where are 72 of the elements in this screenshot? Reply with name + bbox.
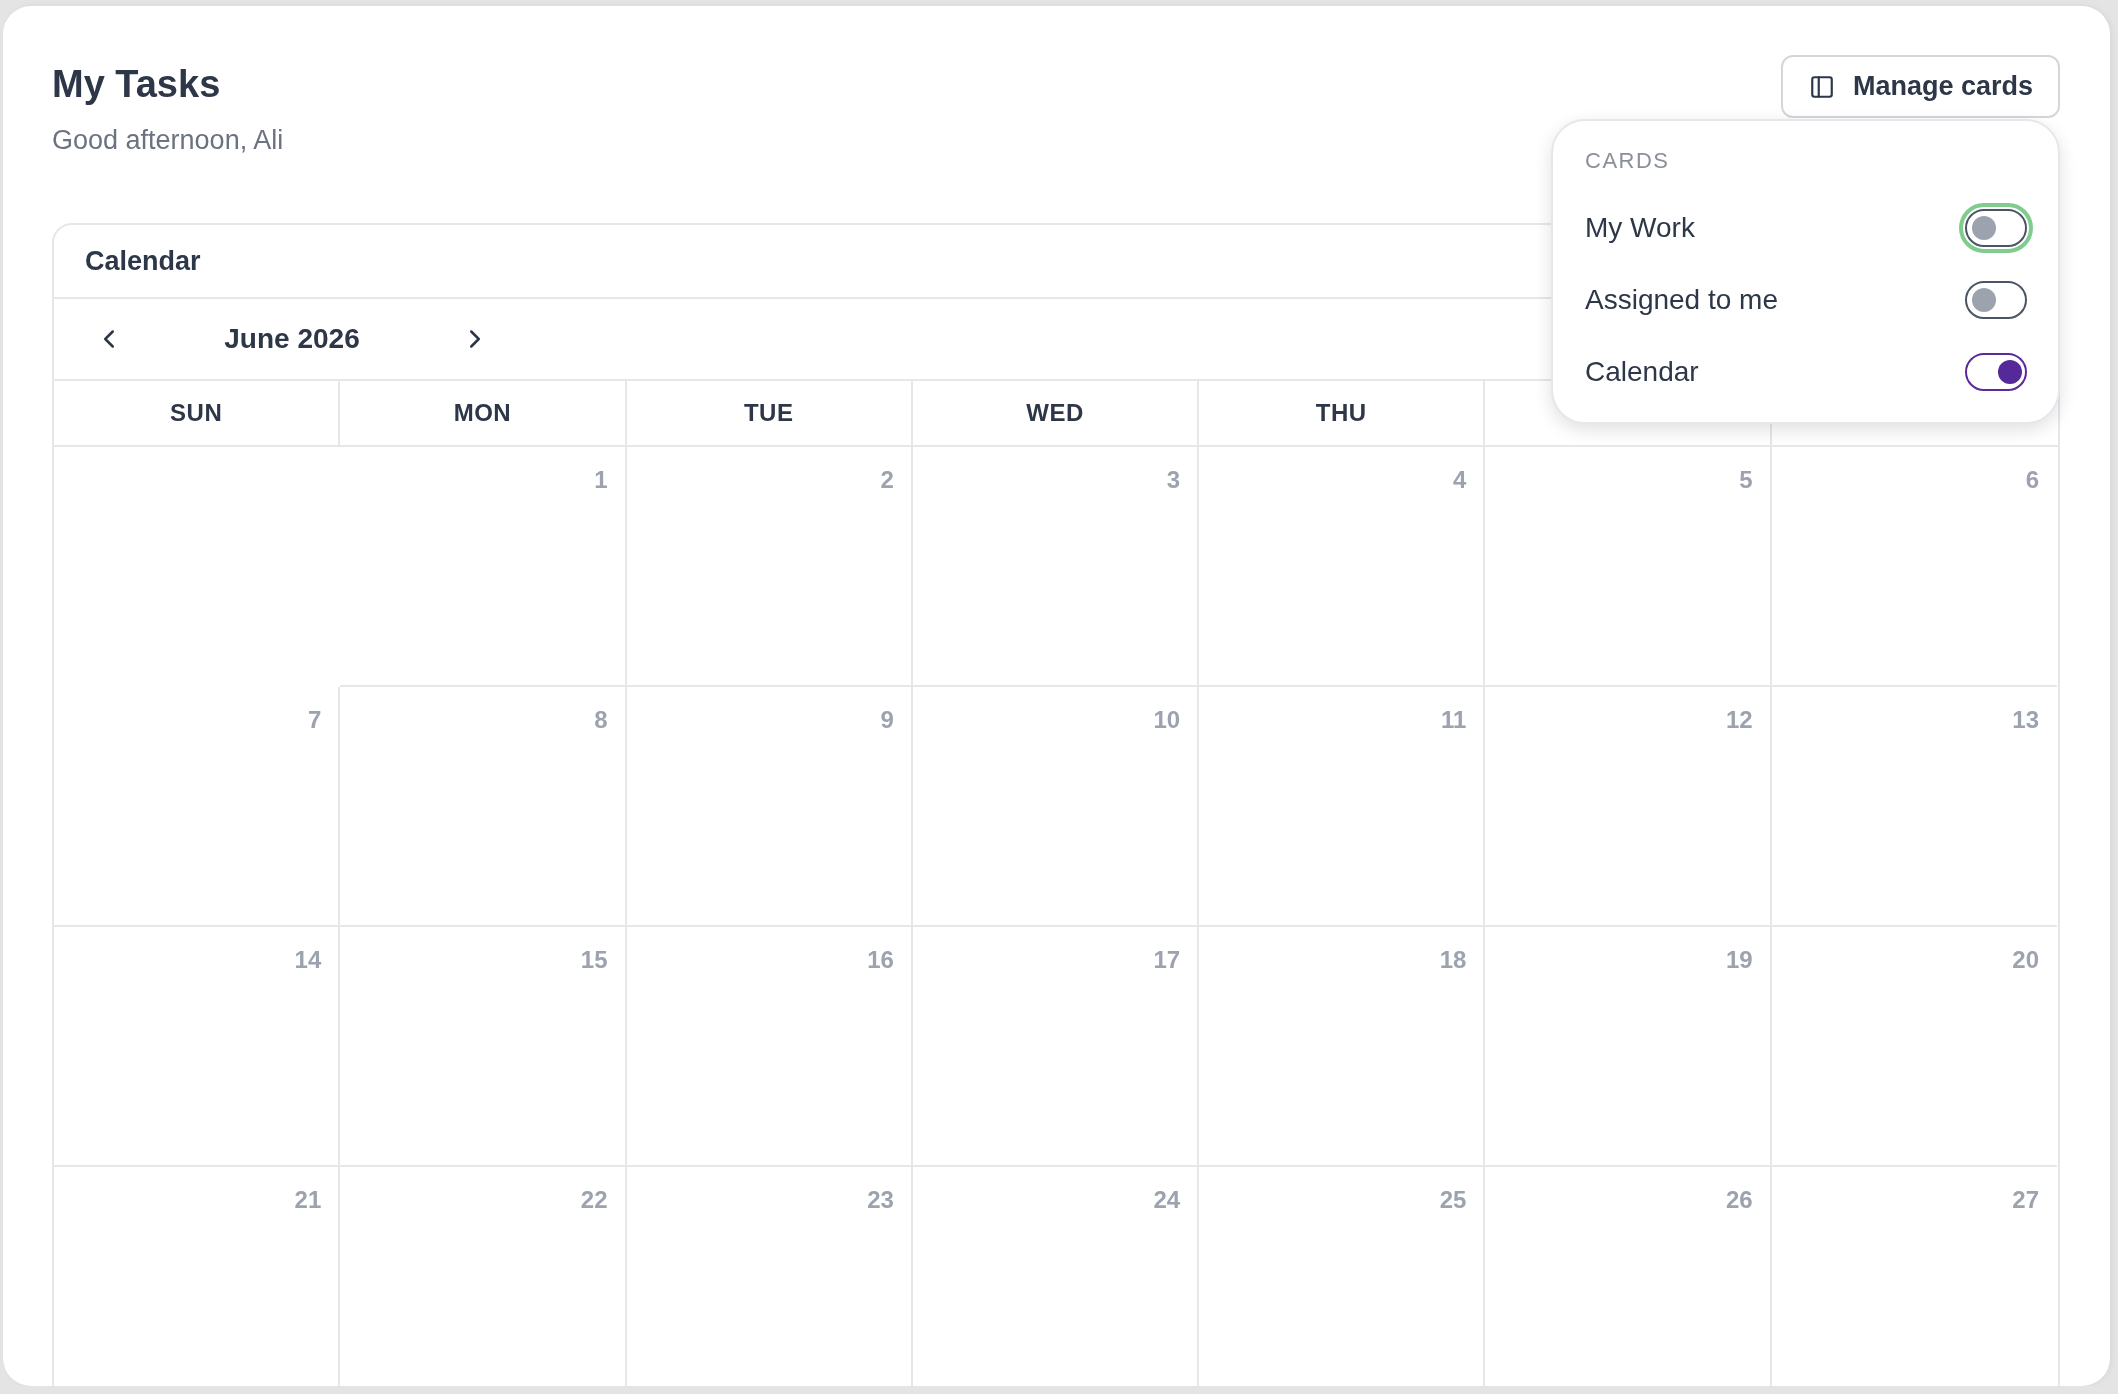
date-number: 1 [594,466,608,494]
date-number: 17 [1153,946,1181,974]
day-cell[interactable]: 27 [1771,1167,2058,1386]
date-number: 20 [2012,946,2039,974]
day-cell[interactable]: 6 [1771,447,2058,687]
day-cell[interactable]: 8 [340,687,627,927]
date-number: 25 [1439,1186,1467,1214]
month-label: June 2026 [223,323,361,355]
date-number: 13 [2012,706,2039,734]
weekday-header: THU [1199,381,1486,447]
date-number: 26 [1726,1186,1753,1214]
day-cell[interactable]: 12 [1485,687,1772,927]
day-cell[interactable]: 17 [912,927,1200,1167]
day-cell[interactable]: 5 [1485,447,1772,687]
card-option-label: Assigned to me [1585,284,1778,316]
date-number: 9 [880,706,894,734]
date-number: 24 [1153,1186,1181,1214]
date-number: 5 [1739,466,1753,494]
date-number: 11 [1441,706,1467,734]
date-number: 2 [880,466,894,494]
date-number: 23 [867,1186,894,1214]
day-cell[interactable]: 13 [1771,687,2058,927]
manage-cards-button[interactable]: Manage cards [1780,55,2060,118]
day-cell[interactable]: 7 [54,687,341,927]
date-number: 3 [1166,466,1181,494]
date-number: 15 [580,946,608,974]
day-cell[interactable]: 4 [1199,447,1486,687]
panel-icon [1808,73,1835,100]
day-cell[interactable]: 9 [626,687,913,927]
toggle-switch[interactable] [1965,353,2027,391]
toggle-switch[interactable] [1965,281,2027,319]
weekday-header: TUE [626,381,913,447]
day-cell[interactable]: 22 [340,1167,627,1386]
date-number: 10 [1153,706,1181,734]
weekday-header: SUN [54,381,341,447]
day-cell[interactable]: 25 [1199,1167,1486,1386]
date-number: 22 [580,1186,608,1214]
weekday-header: MON [340,381,627,447]
day-cell[interactable]: 1 [340,447,627,687]
date-number: 7 [307,706,322,734]
weekday-header: WED [912,381,1200,447]
greeting-text: Good afternoon, Ali [52,124,284,157]
page-title: My Tasks [52,62,221,107]
date-number: 6 [2025,466,2039,494]
day-cell[interactable]: 20 [1771,927,2058,1167]
day-cell[interactable]: 2 [626,447,913,687]
card-title: Calendar [85,245,201,277]
day-cell[interactable]: 21 [54,1167,341,1386]
day-cell[interactable]: 19 [1485,927,1772,1167]
day-cell[interactable]: 26 [1485,1167,1772,1386]
day-cell[interactable]: 23 [626,1167,913,1386]
card-option-label: My Work [1585,212,1695,244]
date-number: 18 [1439,946,1467,974]
day-cell[interactable]: 24 [912,1167,1200,1386]
day-cell[interactable]: 10 [912,687,1200,927]
date-number: 8 [594,706,608,734]
date-number: 14 [294,946,322,974]
day-cell[interactable]: 14 [54,927,341,1167]
day-cell[interactable]: 18 [1199,927,1486,1167]
toggle-switch[interactable] [1965,209,2027,247]
date-number: 16 [867,946,894,974]
menu-heading: CARDS [1585,147,1671,175]
date-number: 4 [1453,466,1467,494]
day-cell[interactable]: 15 [340,927,627,1167]
day-cell[interactable]: 3 [912,447,1200,687]
card-option-label: Calendar [1585,356,1699,388]
date-number: 21 [294,1186,322,1214]
day-cell[interactable]: 16 [626,927,913,1167]
day-cell[interactable]: 11 [1199,687,1486,927]
date-number: 19 [1726,946,1753,974]
date-number: 27 [2012,1186,2039,1214]
date-number: 12 [1726,706,1753,734]
